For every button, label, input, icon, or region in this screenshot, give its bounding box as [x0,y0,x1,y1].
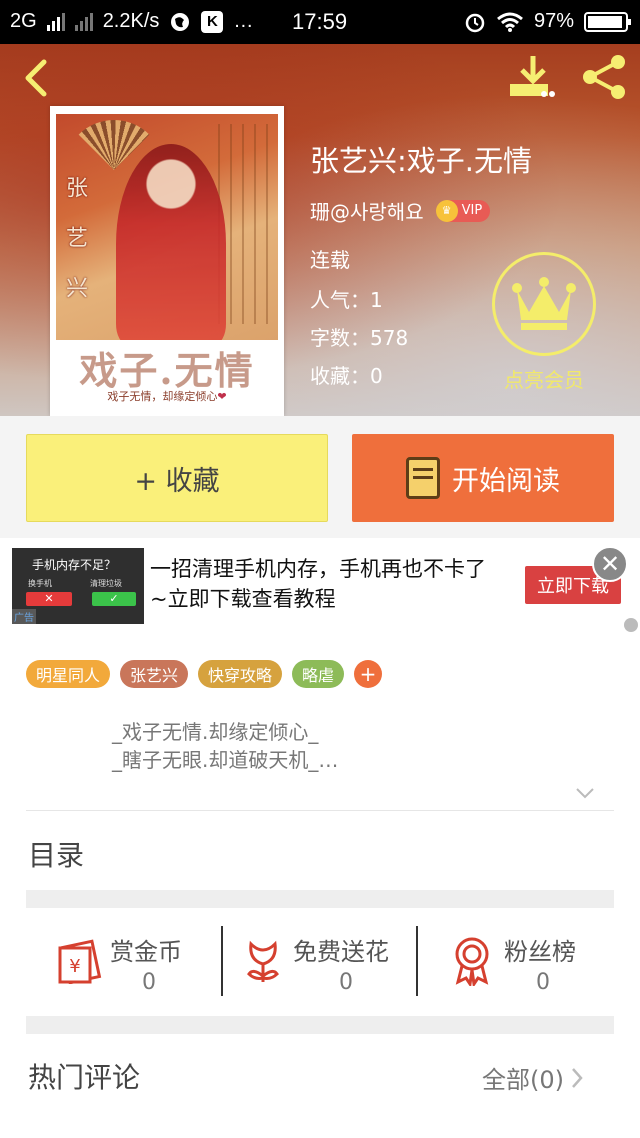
free-flowers[interactable]: 免费送花 0 [223,908,417,1016]
battery-icon [584,11,631,32]
battery-percent: 97% [533,10,574,32]
x-icon: ✕ [26,592,72,606]
signal-2-icon [74,12,93,31]
chevron-down-icon[interactable] [574,782,596,804]
cover-title: 戏子.无情 [79,348,255,393]
svg-text:¥: ¥ [69,956,80,977]
status-left: 2G 2.2K/s K … [10,10,253,33]
medal-icon [455,937,489,986]
book-cover[interactable]: 张艺兴 戏子.无情 戏子无情，却缘定倾心❤ [50,106,284,416]
alarm-icon [465,13,485,32]
fan-ranking[interactable]: 粉丝榜 0 [418,908,614,1016]
tag-chip[interactable]: 明星同人 [26,660,111,688]
more-icon: … [233,10,254,32]
stat-label: 粉丝榜 [504,938,576,966]
summary-line: _瞎子无眼.却道破天机_… [112,748,339,772]
hot-comments-title: 热门评论 [28,1061,141,1094]
divider [26,810,614,811]
add-tag-button[interactable]: + [354,660,383,688]
cover-vertical-text: 张艺兴 [62,176,87,326]
close-icon[interactable]: ✕ [592,546,628,582]
wifi-icon [497,12,523,32]
cover-subtitle: 戏子无情，却缘定倾心❤ [107,390,227,403]
back-icon[interactable] [16,56,56,100]
download-icon[interactable] [506,52,560,102]
chevron-right-icon [572,1067,583,1088]
stat-value: 0 [142,970,156,995]
stats-row: ¥ 赏金币 0 免费送花 0 粉丝榜 0 [26,908,614,1016]
member-button[interactable] [492,252,596,356]
ad-text[interactable]: 一招清理手机内存，手机再也不卡了~立即下载查看教程 [150,554,490,614]
summary-line: _戏子无情.却缘定倾心_ [112,720,319,744]
reward-coins[interactable]: ¥ 赏金币 0 [26,908,222,1016]
tag-chip[interactable]: 快穿攻略 [198,660,283,688]
favorite-count: 收藏：0 [310,364,383,388]
tag-chip[interactable]: 张艺兴 [120,660,189,688]
section-gap [26,890,614,908]
book-header: 张艺兴 戏子.无情 戏子无情，却缘定倾心❤ 张艺兴:戏子.无情 珊@사랑해요 ♛… [0,44,640,416]
app-k-icon: K [201,10,224,33]
vip-badge: ♛ VIP [435,199,491,222]
toc-title[interactable]: 目录 [28,834,84,874]
status-bar: 2G 2.2K/s K … 17:59 97% [0,0,640,44]
ad-mark-icon [624,618,638,632]
section-gap [26,1016,614,1034]
globe-icon [171,12,190,31]
stat-label: 赏金币 [110,938,182,966]
signal-icon [46,12,65,31]
author-name[interactable]: 珊@사랑해요 [310,196,424,225]
stat-value: 0 [339,970,353,995]
serial-status: 连载 [310,248,350,272]
clock: 17:59 [292,9,348,34]
book-icon [406,457,440,499]
author-row: 珊@사랑해요 ♛ VIP [310,196,491,225]
red-envelope-icon: ¥ [58,939,102,984]
crown-icon [512,277,576,330]
ad-tag: 广告 [12,609,36,624]
word-count: 字数：578 [310,326,409,350]
stat-label: 免费送花 [293,938,389,966]
book-title: 张艺兴:戏子.无情 [310,144,532,178]
ad-thumbnail[interactable]: 手机内存不足？ 换手机 清理垃圾 ✕ ✓ 广告 [12,548,144,624]
all-comments-link[interactable]: 全部(0) [482,1060,584,1095]
ad-banner[interactable]: 手机内存不足？ 换手机 清理垃圾 ✕ ✓ 广告 一招清理手机内存，手机再也不卡了… [0,538,640,634]
tag-list: 明星同人 张艺兴 快穿攻略 略虐 + [26,660,383,688]
network-type: 2G [10,10,37,32]
crown-icon: ♛ [435,199,458,222]
member-label[interactable]: 点亮会员 [482,364,606,393]
book-summary: _戏子无情.却缘定倾心_ _瞎子无眼.却道破天机_… [112,718,338,774]
popularity: 人气：1 [310,288,383,312]
action-bar: + 收藏 开始阅读 [0,416,640,538]
start-reading-button[interactable]: 开始阅读 [352,434,614,522]
tag-chip[interactable]: 略虐 [292,660,345,688]
heart-icon: ❤ [217,390,227,403]
stat-value: 0 [536,970,550,995]
network-speed: 2.2K/s [102,10,160,32]
share-icon[interactable] [578,52,630,102]
favorite-button[interactable]: + 收藏 [26,434,328,522]
status-right: 97% [464,10,631,33]
check-icon: ✓ [92,592,136,606]
flower-icon [247,940,279,982]
